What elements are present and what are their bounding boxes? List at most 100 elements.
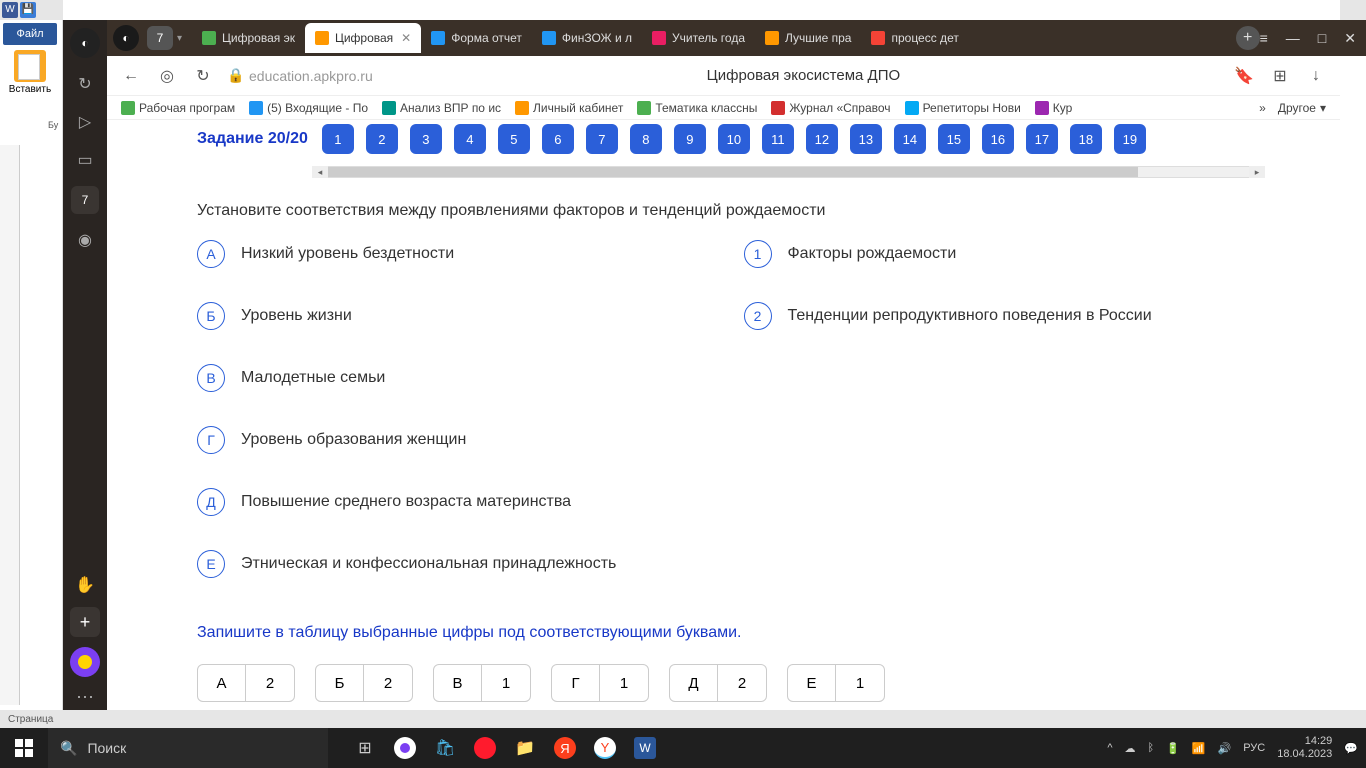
option-item[interactable]: БУровень жизни [197,302,704,330]
browser-tab[interactable]: Лучшие пра [755,23,861,53]
app-word-icon[interactable]: W [628,731,662,765]
bookmark-item[interactable]: Анализ ВПР по ис [378,99,505,117]
app-explorer-icon[interactable]: 📁 [508,731,542,765]
task-number-button[interactable]: 15 [938,124,970,154]
task-number-button[interactable]: 2 [366,124,398,154]
option-item[interactable]: ВМалодетные семьи [197,364,704,392]
app-browser-active-icon[interactable]: Y [588,731,622,765]
close-button[interactable]: ✕ [1344,30,1356,47]
task-number-button[interactable]: 9 [674,124,706,154]
task-number-button[interactable]: 13 [850,124,882,154]
tray-wifi-icon[interactable]: 📶 [1192,742,1206,755]
tray-notifications-icon[interactable]: 💬 [1344,742,1358,755]
task-number-button[interactable]: 10 [718,124,750,154]
profile-icon[interactable]: ◐ [70,28,100,58]
back-button[interactable]: ← [121,66,141,86]
app-store-icon[interactable]: 🛍 [428,731,462,765]
scroll-left-arrow[interactable]: ◂ [312,166,328,178]
tab-counter[interactable]: 7 [147,26,173,50]
paste-button[interactable]: Вставить [8,50,52,95]
history-icon[interactable]: ↻ [73,72,97,96]
reload-button[interactable]: ↻ [193,66,213,86]
bookmark-item[interactable]: Тематика классны [633,99,761,117]
task-number-button[interactable]: 1 [322,124,354,154]
alice-icon[interactable] [70,647,100,677]
task-number-button[interactable]: 3 [410,124,442,154]
screenshot-icon[interactable]: ◉ [73,228,97,252]
bookmark-item[interactable]: Рабочая програм [117,99,239,117]
option-item[interactable]: ЕЭтническая и конфессиональная принадлеж… [197,550,704,578]
bookmark-icon[interactable]: 🔖 [1234,66,1254,86]
app-yandex-icon[interactable] [388,731,422,765]
answer-input[interactable]: 1 [600,665,648,701]
bookmark-item[interactable]: Журнал «Справоч [767,99,894,117]
option-item[interactable]: ГУровень образования женщин [197,426,704,454]
chevron-down-icon[interactable]: ▾ [177,33,182,44]
palm-icon[interactable]: ✋ [73,573,97,597]
app-yandex-search-icon[interactable]: Я [548,731,582,765]
minimize-button[interactable]: — [1286,30,1300,47]
more-icon[interactable]: ⋯ [76,687,94,708]
task-number-button[interactable]: 4 [454,124,486,154]
tray-volume-icon[interactable]: 🔊 [1218,742,1232,755]
bookmark-item[interactable]: Репетиторы Нови [901,99,1025,117]
extensions-icon[interactable]: ⊞ [1270,66,1290,86]
new-tab-button[interactable]: + [1236,26,1260,50]
browser-tab[interactable]: Цифровая эк [192,23,305,53]
play-icon[interactable]: ▷ [73,110,97,134]
task-number-button[interactable]: 7 [586,124,618,154]
task-number-button[interactable]: 8 [630,124,662,154]
task-number-button[interactable]: 14 [894,124,926,154]
save-icon[interactable]: 💾 [20,2,36,18]
task-view-icon[interactable]: ⊞ [348,731,382,765]
maximize-button[interactable]: □ [1318,30,1326,47]
browser-tab[interactable]: Цифровая✕ [305,23,421,53]
other-bookmarks[interactable]: Другое ▾ [1274,99,1330,117]
scroll-right-arrow[interactable]: ▸ [1249,166,1265,178]
yandex-logo-icon[interactable]: ◐ [113,25,139,51]
option-item[interactable]: АНизкий уровень бездетности [197,240,704,268]
tray-battery-icon[interactable]: 🔋 [1166,742,1180,755]
tray-bluetooth-icon[interactable]: ᛒ [1147,742,1154,754]
answer-input[interactable]: 1 [482,665,530,701]
scrollbar-thumb[interactable] [328,167,1138,177]
bookmarks-overflow-icon[interactable]: » [1259,101,1266,115]
task-number-button[interactable]: 6 [542,124,574,154]
notifications-icon[interactable]: ≡ [1260,30,1268,47]
bookmark-item[interactable]: (5) Входящие - По [245,99,372,117]
option-item[interactable]: ДПовышение среднего возраста материнства [197,488,704,516]
task-number-button[interactable]: 16 [982,124,1014,154]
task-number-button[interactable]: 19 [1114,124,1146,154]
taskbar-search[interactable]: 🔍 Поиск [48,728,328,768]
browser-tab[interactable]: процесс дет [861,23,968,53]
horizontal-scrollbar[interactable]: ◂ ▸ [327,166,1250,178]
bookmark-item[interactable]: Кур [1031,99,1077,117]
tab-close-icon[interactable]: ✕ [401,31,411,45]
yandex-services-icon[interactable]: ◎ [157,66,177,86]
task-number-button[interactable]: 18 [1070,124,1102,154]
task-number-button[interactable]: 12 [806,124,838,154]
answer-input[interactable]: 2 [246,665,294,701]
tabs-badge[interactable]: 7 [71,186,99,214]
bookmark-item[interactable]: Личный кабинет [511,99,627,117]
browser-tab[interactable]: ФинЗОЖ и л [532,23,642,53]
answer-input[interactable]: 1 [836,665,884,701]
task-number-button[interactable]: 17 [1026,124,1058,154]
browser-tab[interactable]: Учитель года [642,23,755,53]
app-opera-icon[interactable] [468,731,502,765]
tray-chevron-icon[interactable]: ^ [1107,742,1112,754]
downloads-icon[interactable]: ↓ [1306,66,1326,86]
file-menu-button[interactable]: Файл [3,23,57,45]
match-item[interactable]: 1Факторы рождаемости [744,240,1251,268]
answer-input[interactable]: 2 [718,665,766,701]
tray-language[interactable]: РУС [1243,742,1265,754]
url-box[interactable]: 🔒 education.apkpro.ru [229,68,373,84]
task-number-button[interactable]: 11 [762,124,794,154]
tray-onedrive-icon[interactable]: ☁ [1124,742,1135,755]
match-item[interactable]: 2Тенденции репродуктивного поведения в Р… [744,302,1251,330]
answer-input[interactable]: 2 [364,665,412,701]
add-panel-button[interactable]: + [70,607,100,637]
collections-icon[interactable]: ▭ [73,148,97,172]
task-number-button[interactable]: 5 [498,124,530,154]
browser-tab[interactable]: Форма отчет [421,23,532,53]
